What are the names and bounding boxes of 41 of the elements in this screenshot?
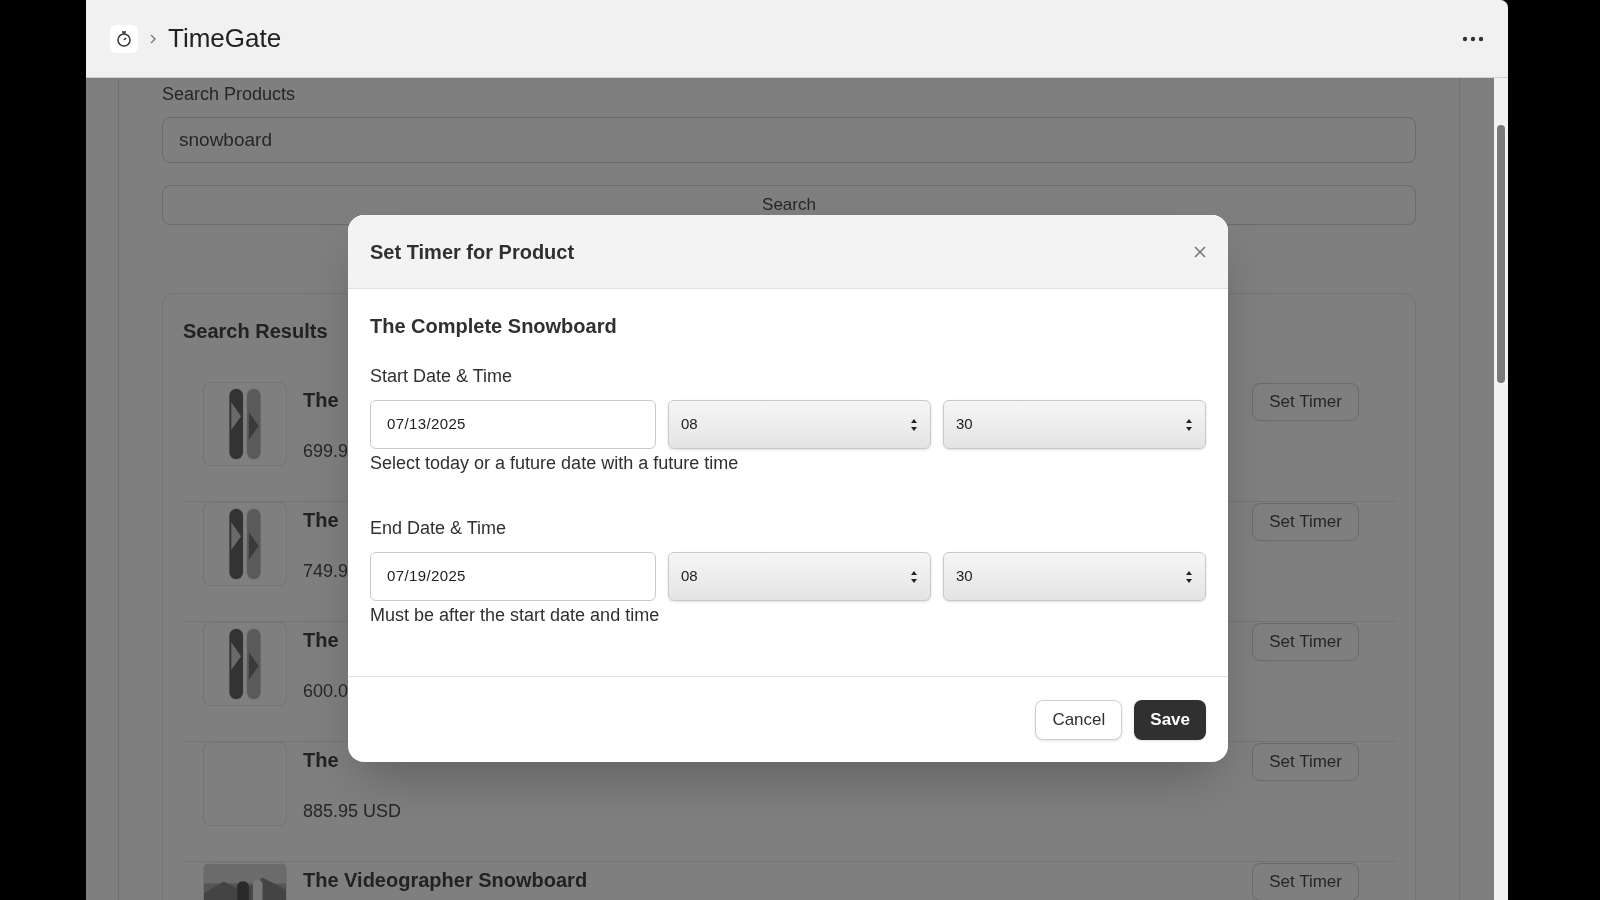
updown-icon xyxy=(1185,569,1193,584)
date-field[interactable]: 07/19/2025 xyxy=(370,552,656,601)
select-field[interactable]: 30 xyxy=(943,552,1206,601)
set-timer-button[interactable]: Set Timer xyxy=(1252,383,1359,421)
close-icon[interactable] xyxy=(1194,245,1206,258)
select-field[interactable]: 08 xyxy=(668,552,931,601)
updown-icon xyxy=(1185,417,1193,432)
product-price: 699.9 xyxy=(303,440,349,463)
field-label: End Date & Time xyxy=(370,517,507,540)
product-price: 885.95 USD xyxy=(303,800,402,823)
set-timer-button[interactable]: Set Timer xyxy=(1252,743,1359,781)
cancel-button[interactable]: Cancel xyxy=(1035,699,1123,740)
updown-icon xyxy=(910,569,918,584)
select-field[interactable]: 30 xyxy=(943,400,1206,449)
field-label: Start Date & Time xyxy=(370,365,513,388)
app-icon[interactable] xyxy=(110,24,138,53)
more-icon[interactable] xyxy=(1462,35,1484,42)
chevron-icon xyxy=(150,33,156,44)
scrollbar-thumb[interactable] xyxy=(1497,125,1505,383)
help-text: Must be after the start date and time xyxy=(370,604,660,627)
product-name: The xyxy=(303,748,340,773)
set-timer-button[interactable]: Set Timer xyxy=(1252,503,1359,541)
updown-icon xyxy=(910,417,918,432)
product-price: 749.9 xyxy=(303,560,349,583)
set-timer-button[interactable]: Set Timer xyxy=(1252,623,1359,661)
product-name: The xyxy=(303,508,340,533)
product-title: The Complete Snowboard xyxy=(370,314,617,339)
save-button[interactable]: Save xyxy=(1134,699,1206,740)
select-field[interactable]: 08 xyxy=(668,400,931,449)
results-title: Search Results xyxy=(183,319,328,344)
product-price: 600.0 xyxy=(303,680,349,703)
date-field[interactable]: 07/13/2025 xyxy=(370,400,656,449)
help-text: Select today or a future date with a future time xyxy=(370,452,739,475)
dialog-title: Set Timer for Product xyxy=(370,239,575,265)
product-name: The Videographer Snowboard xyxy=(303,868,588,893)
app-title: TimeGate xyxy=(168,22,282,55)
search-label: Search Products xyxy=(162,83,296,106)
product-name: The xyxy=(303,388,340,413)
search-field[interactable]: snowboard xyxy=(162,117,1416,163)
product-name: The xyxy=(303,628,340,653)
stopwatch-icon xyxy=(116,30,132,47)
